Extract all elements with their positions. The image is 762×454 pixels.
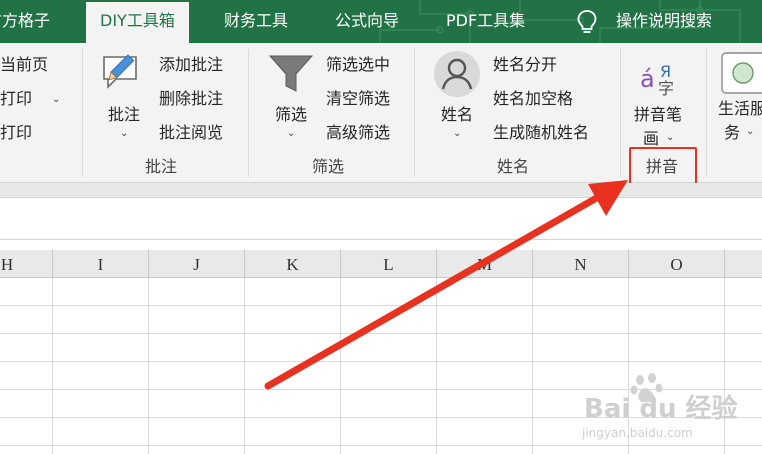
name-add-space-button[interactable]: 姓名加空格	[493, 89, 573, 109]
life-service-button-line2[interactable]: 务	[724, 123, 740, 143]
add-comment-button[interactable]: 添加批注	[159, 55, 223, 75]
tab-help-search[interactable]: 操作说明搜索	[616, 0, 712, 43]
column-gridline	[148, 278, 149, 454]
chevron-down-icon[interactable]: ⌄	[453, 129, 461, 139]
print-button-2[interactable]: 打印	[0, 123, 32, 143]
watermark-url: jingyan.baidu.com	[582, 426, 693, 440]
column-gridline	[340, 278, 341, 454]
group-separator	[706, 49, 707, 177]
name-group-label: 姓名	[497, 157, 530, 176]
group-separator	[82, 49, 83, 177]
view-comments-button[interactable]: 批注阅览	[159, 123, 223, 143]
delete-comment-button[interactable]: 删除批注	[159, 89, 223, 109]
filter-group-label: 筛选	[312, 157, 345, 176]
clear-filter-button[interactable]: 清空筛选	[326, 89, 390, 109]
column-header-row: H I J K L M N O	[0, 250, 762, 278]
svg-text:字: 字	[658, 79, 674, 97]
column-header-i[interactable]: I	[53, 250, 149, 278]
column-header-k[interactable]: K	[245, 250, 341, 278]
column-gridline	[52, 278, 53, 454]
user-avatar-icon[interactable]	[432, 49, 482, 99]
funnel-icon[interactable]	[268, 53, 314, 95]
name-button[interactable]: 姓名	[441, 105, 473, 125]
pinyin-icon[interactable]: á Я 字	[638, 55, 684, 97]
group-separator	[620, 49, 621, 177]
life-service-button[interactable]: 生活服	[718, 99, 762, 119]
comment-pencil-icon[interactable]	[100, 51, 148, 93]
pinyin-highlight-box	[629, 147, 697, 187]
row-gridline	[0, 305, 762, 306]
watermark-brand: Bai du 经验	[584, 394, 738, 424]
baidu-watermark: Bai du 经验 jingyan.baidu.com	[578, 368, 762, 454]
life-service-icon[interactable]	[720, 51, 762, 97]
tab-formula-wizard[interactable]: 公式向导	[335, 0, 399, 43]
advanced-filter-button[interactable]: 高级筛选	[326, 123, 390, 143]
print-button-1[interactable]: 打印	[0, 89, 32, 109]
current-page-button[interactable]: 当前页	[0, 55, 48, 75]
ribbon-tab-bar: 方方格子 DIY工具箱 财务工具 公式向导 PDF工具集 操作说明搜索	[0, 0, 762, 43]
row-gridline	[0, 361, 762, 362]
comment-group-label: 批注	[145, 157, 178, 176]
column-header-j[interactable]: J	[149, 250, 245, 278]
row-gridline	[0, 333, 762, 334]
column-header-o[interactable]: O	[629, 250, 725, 278]
chevron-down-icon[interactable]: ⌄	[666, 133, 674, 143]
pinyin-stroke-button-line2[interactable]: 画	[643, 129, 659, 149]
tab-fangge[interactable]: 方方格子	[0, 0, 50, 43]
group-separator	[248, 49, 249, 177]
tab-pdf-tools[interactable]: PDF工具集	[446, 0, 525, 43]
comment-button[interactable]: 批注	[108, 105, 140, 125]
formula-bar[interactable]	[0, 198, 762, 240]
column-header-h[interactable]: H	[0, 250, 53, 278]
column-header-n[interactable]: N	[533, 250, 629, 278]
filter-selected-button[interactable]: 筛选选中	[326, 55, 390, 75]
chevron-down-icon[interactable]: ⌄	[120, 129, 128, 139]
column-header-m[interactable]: M	[437, 250, 533, 278]
split-name-button[interactable]: 姓名分开	[493, 55, 557, 75]
column-gridline	[436, 278, 437, 454]
svg-text:á: á	[640, 65, 655, 93]
lightbulb-icon[interactable]	[576, 9, 598, 35]
tab-finance-tools[interactable]: 财务工具	[224, 0, 288, 43]
filter-button[interactable]: 筛选	[275, 105, 307, 125]
chevron-down-icon[interactable]: ⌄	[287, 129, 295, 139]
pinyin-stroke-button[interactable]: 拼音笔	[634, 105, 682, 125]
random-name-button[interactable]: 生成随机姓名	[493, 123, 589, 143]
column-gridline	[532, 278, 533, 454]
column-header-l[interactable]: L	[341, 250, 437, 278]
ribbon-panel: 当前页 打印 ⌄ 打印 批注 ⌄ 添加批注 删除批注 批注阅览 批注 筛选 ⌄ …	[0, 43, 762, 187]
group-separator	[414, 49, 415, 177]
column-gridline	[244, 278, 245, 454]
chevron-down-icon[interactable]: ⌄	[746, 127, 754, 137]
ribbon-collapse-strip	[0, 183, 762, 198]
tab-diy-toolbox[interactable]: DIY工具箱	[86, 2, 189, 43]
chevron-down-icon[interactable]: ⌄	[52, 95, 60, 105]
